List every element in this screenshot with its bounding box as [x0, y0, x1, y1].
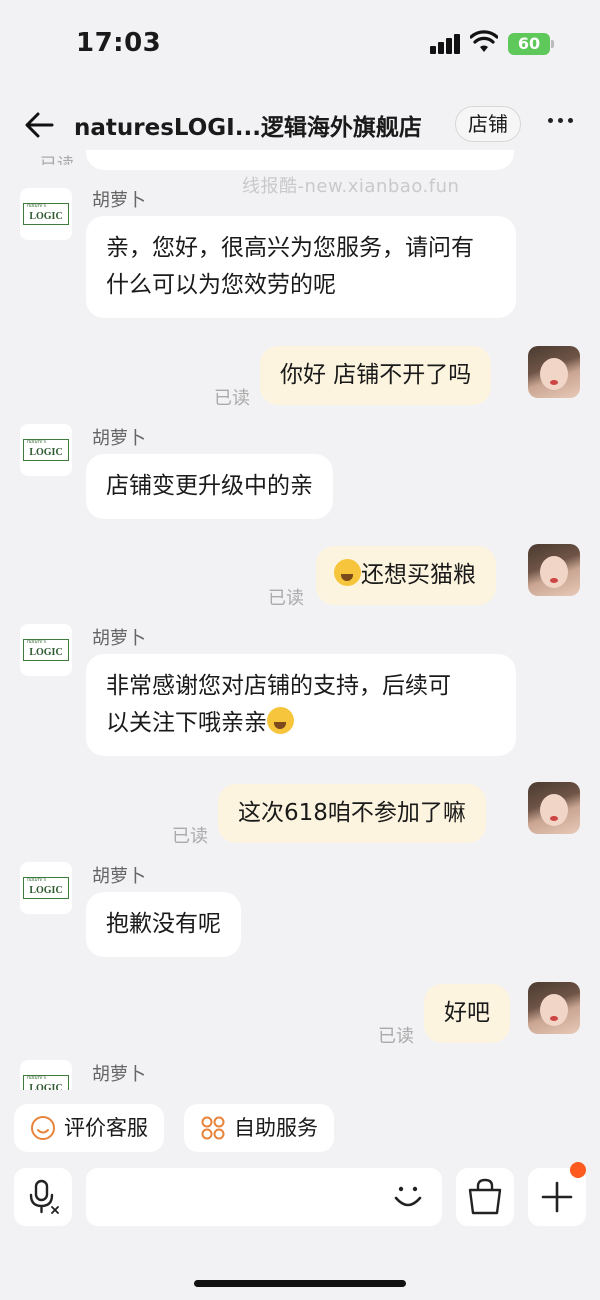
natures-logic-logo: nature's LOGIC: [23, 439, 69, 461]
my-message-bubble[interactable]: 这次618咱不参加了嘛: [218, 784, 486, 843]
self-service-icon: [201, 1116, 225, 1140]
message-bubble-partial: [86, 150, 514, 170]
sender-name: 胡萝卜: [92, 628, 146, 649]
agent-message-bubble[interactable]: 店铺变更升级中的亲: [86, 454, 333, 519]
agent-avatar[interactable]: nature's LOGIC: [20, 624, 72, 676]
wifi-icon: [470, 30, 498, 52]
status-time: 17:03: [76, 28, 162, 58]
cellular-signal-icon: [430, 34, 462, 54]
chat-message-list[interactable]: 已读 线报酷-new.xianbao.fun nature's LOGIC 胡萝卜…: [0, 150, 600, 1090]
user-avatar[interactable]: [528, 782, 580, 834]
shop-button[interactable]: 店铺: [455, 106, 521, 142]
home-indicator[interactable]: [194, 1280, 406, 1287]
read-receipt-partial: 已读: [40, 155, 74, 175]
page-title: naturesLOGI...逻辑海外旗舰店: [74, 115, 422, 141]
smiley-rating-icon: [31, 1116, 55, 1140]
message-input[interactable]: [86, 1168, 442, 1226]
agent-avatar[interactable]: nature's LOGIC: [20, 188, 72, 240]
sender-name: 胡萝卜: [92, 190, 146, 211]
shopping-bag-icon: [468, 1178, 502, 1215]
read-receipt: 已读: [268, 588, 304, 609]
voice-input-button[interactable]: [14, 1168, 72, 1226]
chat-header: naturesLOGI...逻辑海外旗舰店 店铺: [0, 96, 600, 156]
notification-badge: [570, 1162, 586, 1178]
sender-name: 胡萝卜: [92, 1064, 146, 1085]
agent-message-bubble[interactable]: 非常感谢您对店铺的支持，后续可 以关注下哦亲亲: [86, 654, 516, 756]
status-bar: 17:03 60: [0, 0, 600, 90]
natures-logic-logo: nature's LOGIC: [23, 1075, 69, 1090]
my-message-bubble[interactable]: 好吧: [424, 984, 510, 1043]
shopping-bag-button[interactable]: [456, 1168, 514, 1226]
agent-message-bubble[interactable]: 亲，您好，很高兴为您服务，请问有什么可以为您效劳的呢: [86, 216, 516, 318]
rate-service-button[interactable]: 评价客服: [14, 1104, 164, 1152]
user-avatar[interactable]: [528, 346, 580, 398]
kissing-face-icon: [267, 707, 294, 734]
back-arrow-icon[interactable]: [22, 108, 56, 142]
voice-input-icon: [29, 1179, 59, 1214]
read-receipt: 已读: [172, 826, 208, 847]
sender-name: 胡萝卜: [92, 428, 146, 449]
natures-logic-logo: nature's LOGIC: [23, 203, 69, 225]
input-bar: [0, 1162, 600, 1230]
read-receipt: 已读: [378, 1026, 414, 1047]
natures-logic-logo: nature's LOGIC: [23, 877, 69, 899]
agent-avatar[interactable]: nature's LOGIC: [20, 862, 72, 914]
more-dots-icon[interactable]: [544, 110, 576, 130]
user-avatar[interactable]: [528, 982, 580, 1034]
my-message-bubble[interactable]: 你好 店铺不开了吗: [260, 346, 492, 405]
emoji-icon[interactable]: [392, 1182, 424, 1212]
my-message-bubble[interactable]: 还想买猫粮: [316, 546, 496, 605]
agent-avatar[interactable]: nature's LOGIC: [20, 424, 72, 476]
battery-tip: [551, 40, 554, 48]
read-receipt: 已读: [214, 388, 250, 409]
watermark-text: 线报酷-new.xianbao.fun: [242, 176, 460, 197]
self-service-button[interactable]: 自助服务: [184, 1104, 334, 1152]
natures-logic-logo: nature's LOGIC: [23, 639, 69, 661]
agent-message-bubble[interactable]: 抱歉没有呢: [86, 892, 241, 957]
user-avatar[interactable]: [528, 544, 580, 596]
agent-avatar[interactable]: nature's LOGIC: [20, 1060, 72, 1090]
battery-level: 60: [508, 33, 550, 55]
sender-name: 胡萝卜: [92, 866, 146, 887]
crying-face-icon: [334, 559, 361, 586]
